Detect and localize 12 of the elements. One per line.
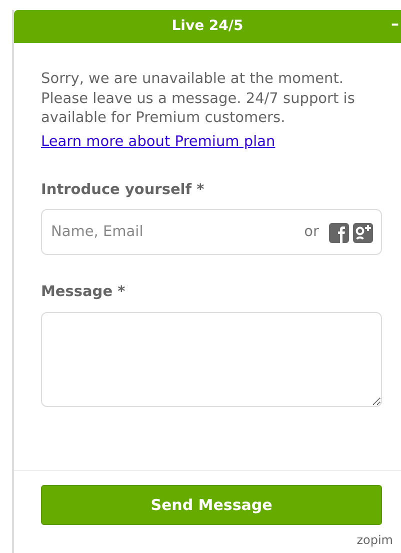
google-plus-icon[interactable]	[353, 223, 373, 244]
facebook-icon[interactable]	[329, 223, 349, 244]
or-label: or	[304, 223, 319, 242]
field-label: Message *	[41, 283, 126, 302]
message-field[interactable]	[41, 312, 382, 407]
chat-title: Live 24/5	[172, 17, 244, 36]
unavailable-message: Sorry, we are unavailable at the moment. Please leave us a message. 24/7 support is available for Premium customers.	[41, 70, 356, 128]
field-label: Introduce yourself *	[41, 180, 206, 200]
premium-plan-link[interactable]: Learn more about Premium plan	[41, 134, 276, 150]
minimize-button[interactable]: –	[389, 14, 401, 34]
branding-label: zopim	[356, 532, 394, 549]
send-message-button[interactable]: Send Message	[41, 485, 382, 525]
